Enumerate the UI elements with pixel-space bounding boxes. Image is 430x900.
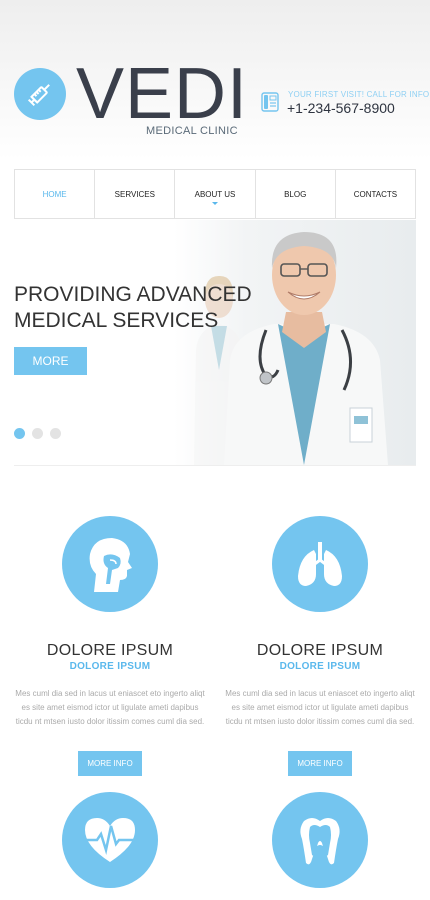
slider-dot-2[interactable] <box>32 428 43 439</box>
slide-headline: PROVIDING ADVANCED MEDICAL SERVICES <box>14 282 274 334</box>
nav-item-home[interactable]: HOME <box>15 170 96 218</box>
feature-title: DOLORE IPSUM <box>256 642 384 659</box>
main-nav: HOME SERVICES ABOUT US BLOG CONTACTS <box>14 169 416 219</box>
nav-item-blog[interactable]: BLOG <box>256 170 336 218</box>
nav-item-services[interactable]: SERVICES <box>95 170 176 218</box>
logo-subtitle: MEDICAL CLINIC <box>146 125 238 137</box>
phone-number[interactable]: +1-234-567-8900 <box>287 100 395 116</box>
tooth-icon <box>272 792 368 888</box>
caret-down-icon <box>212 202 218 205</box>
feature-description: Mes cuml dia sed in lacus ut eniascet et… <box>225 689 415 726</box>
slider-dot-1[interactable] <box>14 428 25 439</box>
logo-text[interactable]: VEDI <box>76 54 248 134</box>
slider-dot-3[interactable] <box>50 428 61 439</box>
slider-pagination <box>14 428 61 439</box>
feature-card-1: DOLORE IPSUM DOLORE IPSUM Mes cuml dia s… <box>10 516 210 776</box>
heart-pulse-icon <box>62 792 158 888</box>
feature-description: Mes cuml dia sed in lacus ut eniascet et… <box>15 689 205 726</box>
feature-card-2: DOLORE IPSUM DOLORE IPSUM Mes cuml dia s… <box>220 516 420 776</box>
call-info-label: YOUR FIRST VISIT! CALL FOR INFO <box>288 90 430 99</box>
nav-item-about-us[interactable]: ABOUT US <box>175 170 256 218</box>
lungs-icon <box>272 516 368 612</box>
feature-subtitle: DOLORE IPSUM <box>279 661 361 672</box>
hero-slider: PROVIDING ADVANCED MEDICAL SERVICES MORE <box>14 220 416 466</box>
more-info-button[interactable]: MORE INFO <box>78 751 142 776</box>
slide-headline-line2: MEDICAL SERVICES <box>14 309 219 332</box>
slide-more-button[interactable]: MORE <box>14 347 87 375</box>
nav-item-about-us-label: ABOUT US <box>194 189 236 199</box>
feature-title: DOLORE IPSUM <box>46 642 174 659</box>
slide-headline-line1: PROVIDING ADVANCED <box>14 283 252 306</box>
head-profile-icon <box>62 516 158 612</box>
doctors-photo <box>174 220 416 465</box>
nav-item-contacts[interactable]: CONTACTS <box>336 170 415 218</box>
syringe-icon[interactable] <box>14 68 66 120</box>
phone-icon <box>261 92 279 112</box>
more-info-button[interactable]: MORE INFO <box>288 751 352 776</box>
feature-subtitle: DOLORE IPSUM <box>69 661 151 672</box>
